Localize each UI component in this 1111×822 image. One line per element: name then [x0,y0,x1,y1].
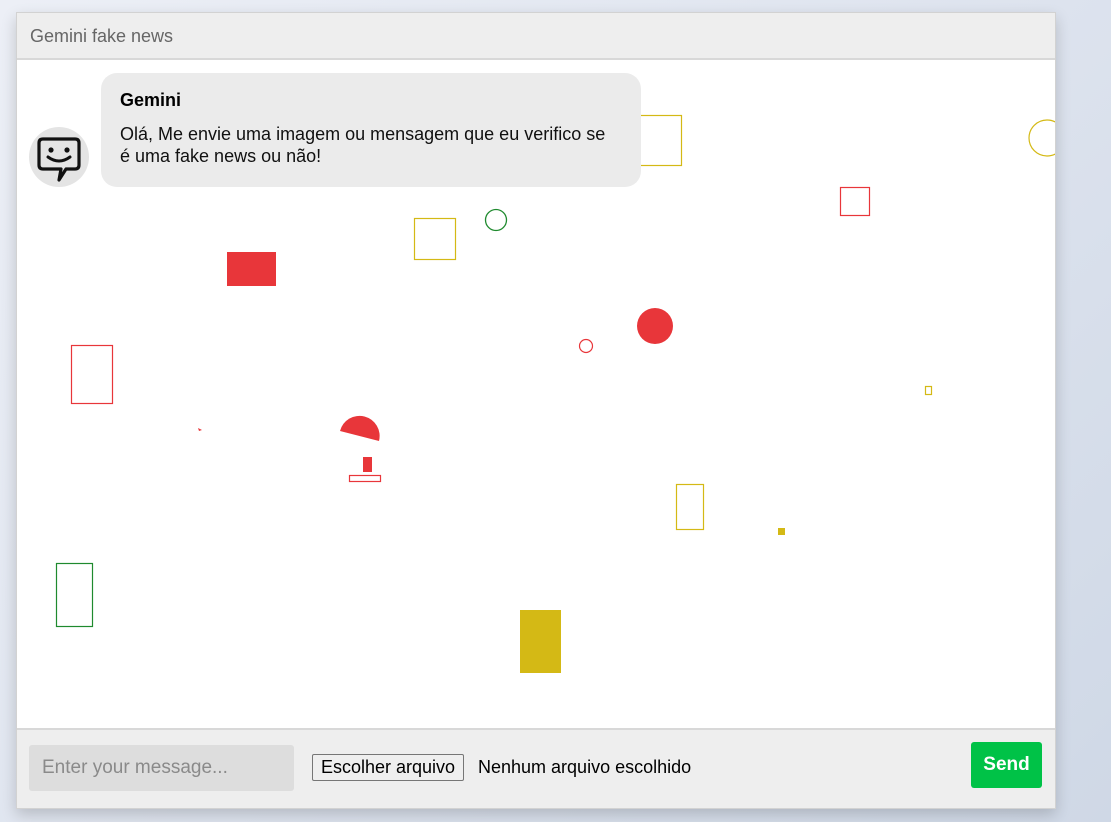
file-status-text: Nenhum arquivo escolhido [478,757,692,777]
message-input[interactable] [29,745,294,791]
shape-yellow-rect-outline [675,483,705,531]
shape-red-small-rect [363,457,372,472]
composer-bar: Escolher arquivo Nenhum arquivo escolhid… [17,728,1055,808]
header-bar: Gemini fake news [17,13,1055,60]
bot-avatar [29,127,89,187]
chat-window: Gemini fake news Gemini Olá, Me envie um… [16,12,1056,809]
shape-red-square-outline [839,186,871,217]
shape-red-half-circle [340,415,380,441]
shape-green-rect-outline [55,562,94,628]
shape-red-thin-outline [348,474,382,483]
shape-yellow-square-outline [636,114,683,167]
shape-green-circle-outline [484,208,508,232]
shape-red-rect-fill [227,252,276,286]
shape-yellow-rect-fill [520,610,561,673]
page-title: Gemini fake news [30,26,174,46]
message-bubble: Gemini Olá, Me envie uma imagem ou mensa… [101,73,641,187]
shape-yellow-square-outline [413,217,457,261]
message-text: Olá, Me envie uma imagem ou mensagem que… [120,124,606,166]
message-sender: Gemini [120,90,182,110]
send-button[interactable]: Send [971,742,1042,788]
shape-red-tiny-triangle [198,428,202,431]
chat-bot-face-icon [37,137,81,182]
shape-red-circle-outline [578,338,594,354]
shape-red-circle-fill [637,308,673,344]
shape-red-rect-outline [70,344,114,405]
shape-yellow-tiny-fill [778,528,785,535]
choose-file-button[interactable]: Escolher arquivo [312,754,465,781]
shape-yellow-small-outline [924,385,933,396]
chat-messages-area[interactable]: Gemini Olá, Me envie uma imagem ou mensa… [17,60,1055,728]
shape-yellow-circle-outline [1028,119,1055,157]
